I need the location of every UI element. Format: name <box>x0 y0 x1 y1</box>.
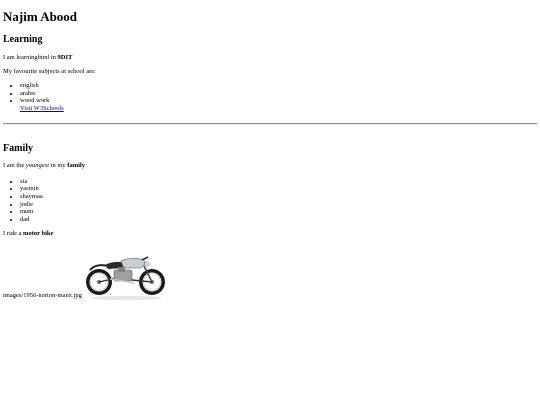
learning-intro-middle: in <box>49 54 58 61</box>
family-intro-middle: in my <box>49 161 68 169</box>
list-item: mum <box>20 208 537 216</box>
learning-intro-prefix: I am learning <box>3 54 38 61</box>
list-item: dad <box>20 216 537 224</box>
family-list: sia yasmin shaymaa jodie mum dad <box>3 178 537 224</box>
w3schools-link[interactable]: Visit W3Schools <box>20 105 64 112</box>
family-intro-strong: family <box>67 161 85 169</box>
list-item: arabic <box>20 90 537 98</box>
section-divider <box>3 122 537 125</box>
family-intro: I am the youngest in my family <box>3 162 537 170</box>
ride-sentence: I ride a motor bike <box>3 230 537 238</box>
family-intro-prefix: I am the <box>3 161 26 169</box>
subjects-label: My favourite subjects at school are: <box>3 68 96 75</box>
list-item: wood work <box>20 97 537 105</box>
motorbike-image <box>85 256 165 301</box>
list-item: yasmin <box>20 185 537 193</box>
photo-row: images/1956-norton-manx.jpg <box>3 249 537 301</box>
page-content: Najim Abood Learning I am learninghtml i… <box>3 0 537 301</box>
learning-heading: Learning <box>3 34 43 45</box>
subjects-list: english arabic wood work <box>3 82 537 105</box>
list-item: shaymaa <box>20 193 537 201</box>
learning-intro-strong: 9DIT <box>57 54 73 61</box>
image-alt-text: images/1956-norton-manx.jpg <box>3 292 82 300</box>
list-item: sia <box>20 178 537 186</box>
learning-intro: I am learninghtml in 9DIT <box>3 54 537 62</box>
list-item: english <box>20 82 537 90</box>
family-heading: Family <box>3 142 33 154</box>
ride-strong: motor bike <box>23 230 54 238</box>
ride-prefix: I ride a <box>3 230 24 238</box>
learning-intro-emphasis: html <box>37 54 50 61</box>
list-item: jodie <box>20 201 537 209</box>
page-title: Najim Abood <box>3 9 78 24</box>
family-intro-emphasis: youngest <box>25 161 50 169</box>
